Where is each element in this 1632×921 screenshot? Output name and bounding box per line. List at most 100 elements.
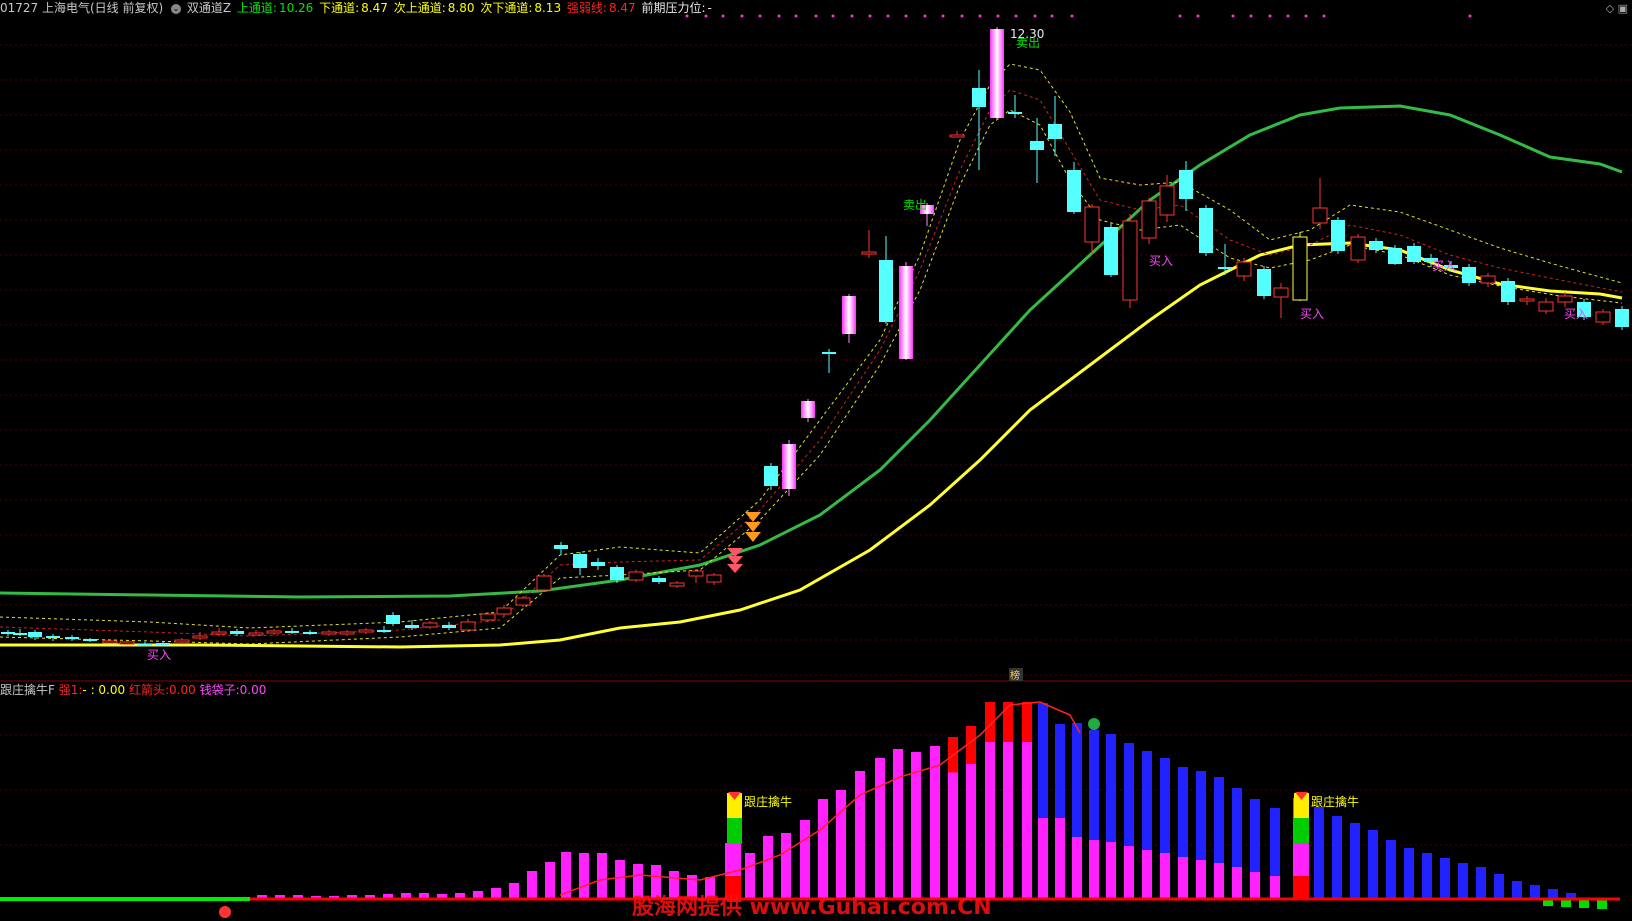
candlestick-series: [1, 27, 1629, 646]
sub-bar: [1440, 858, 1450, 898]
sub-bar: [1512, 881, 1522, 898]
sub-grid: [0, 734, 1632, 846]
signal-dot: [923, 14, 927, 18]
sub-bar-series: [257, 702, 1607, 909]
sub-bar-inner: [1038, 818, 1048, 898]
candle-body: [1369, 241, 1383, 250]
buy-signal-4: 买入: [1432, 259, 1456, 273]
candle-body: [1257, 269, 1271, 296]
sub-bar: [1530, 885, 1540, 898]
signal-dot: [941, 14, 945, 18]
signal-dot: [1268, 14, 1272, 18]
candle-body: [610, 567, 624, 580]
candle-body: [1407, 246, 1421, 262]
candle-body: [1218, 267, 1232, 269]
buy-signal-3: 买入: [1300, 307, 1324, 321]
candle-body: [174, 639, 190, 643]
yellow-ma-line: [0, 241, 1623, 649]
sub-bar-green: [1543, 900, 1553, 906]
divider-badge: 榜: [1010, 669, 1020, 682]
buy-dot-icon: [219, 906, 231, 918]
sub-bar: [1350, 823, 1360, 898]
candle-body: [1067, 170, 1081, 212]
sub-bar: [437, 894, 447, 898]
sub-bar-inner: [1250, 872, 1260, 898]
sub-bar: [875, 758, 885, 898]
signal-dot: [1033, 14, 1037, 18]
sub-bar: [1404, 848, 1414, 898]
candle-body: [1595, 311, 1611, 323]
sub-bar: [763, 836, 773, 898]
sub-bar: [491, 888, 501, 898]
signal-dot: [1070, 14, 1074, 18]
sub-bar: [893, 749, 903, 898]
sub-bar-inner: [1160, 853, 1170, 898]
signal-dot: [996, 14, 1000, 18]
candle-body: [65, 637, 79, 639]
sub-bar: [597, 853, 607, 898]
signal-dot: [1014, 14, 1018, 18]
sub-bar: [1386, 840, 1396, 898]
sub-bar: [930, 746, 940, 898]
candle-body: [1292, 236, 1308, 301]
candle-body: [442, 625, 456, 628]
sub-bar-inner: [1089, 840, 1099, 898]
sub-bar: [473, 891, 483, 898]
chart-area[interactable]: 12.30 卖出 卖出 买入 买入 买入 买入 买入 跟庄擒牛 跟庄擒牛 榜 股…: [0, 0, 1632, 921]
candle-body: [28, 632, 42, 637]
sell-dot-icon: [1088, 718, 1100, 730]
candle-body: [972, 88, 986, 107]
sub-bar-green: [1579, 900, 1589, 908]
candle-body: [1312, 207, 1328, 224]
sub-bar: [1476, 867, 1486, 898]
sub-bar: [800, 820, 810, 898]
candle-body: [266, 630, 282, 634]
signal-dot: [850, 14, 854, 18]
sub-bar: [818, 799, 828, 898]
sell-signal-1: 卖出: [1016, 36, 1040, 50]
sub-bar-green: [1561, 900, 1571, 907]
strong-weak-line: [0, 89, 1623, 637]
sub-bar: [1422, 853, 1432, 898]
sub-bar-inner: [1232, 867, 1242, 898]
signal-dot: [685, 14, 689, 18]
candle-body: [764, 466, 778, 486]
buy-signal-5: 买入: [1564, 307, 1588, 321]
signal-dot: [1322, 14, 1326, 18]
tag-left: 跟庄擒牛: [744, 794, 792, 809]
candle-body: [1084, 206, 1100, 243]
sub-bar: [651, 865, 661, 898]
sub-bar: [1368, 830, 1378, 898]
sub-bar: [1458, 863, 1468, 898]
candle-body: [782, 444, 796, 489]
signal-dot: [704, 14, 708, 18]
candle-body: [669, 582, 685, 587]
sub-bar-inner: [1055, 818, 1065, 898]
signal-dot: [1178, 14, 1182, 18]
candle-body: [1350, 236, 1366, 261]
candle-body: [1615, 309, 1629, 327]
candle-body: [1199, 208, 1213, 253]
candle-body: [899, 266, 913, 359]
sub-bar: [836, 790, 846, 898]
candle-body: [652, 578, 666, 582]
sub-bar: [1566, 893, 1576, 898]
buy-signal-2: 买入: [1149, 254, 1173, 268]
signal-dot: [1249, 14, 1253, 18]
candle-body: [46, 636, 60, 638]
candle-body: [1030, 141, 1044, 150]
sub-bar-top: [1022, 702, 1032, 742]
candle-body: [1008, 112, 1022, 114]
candle-body: [1122, 220, 1138, 301]
signal-dot: [758, 14, 762, 18]
sub-bar: [419, 893, 429, 898]
sub-bar: [509, 883, 519, 898]
sub-bar-inner: [1196, 860, 1206, 898]
candle-body: [230, 631, 244, 634]
candle-body: [480, 613, 496, 621]
candle-body: [990, 29, 1004, 118]
tag-left-block-green: [727, 818, 742, 844]
candle-body: [1519, 298, 1535, 302]
sub-bar: [455, 893, 465, 898]
candle-body: [138, 644, 152, 646]
